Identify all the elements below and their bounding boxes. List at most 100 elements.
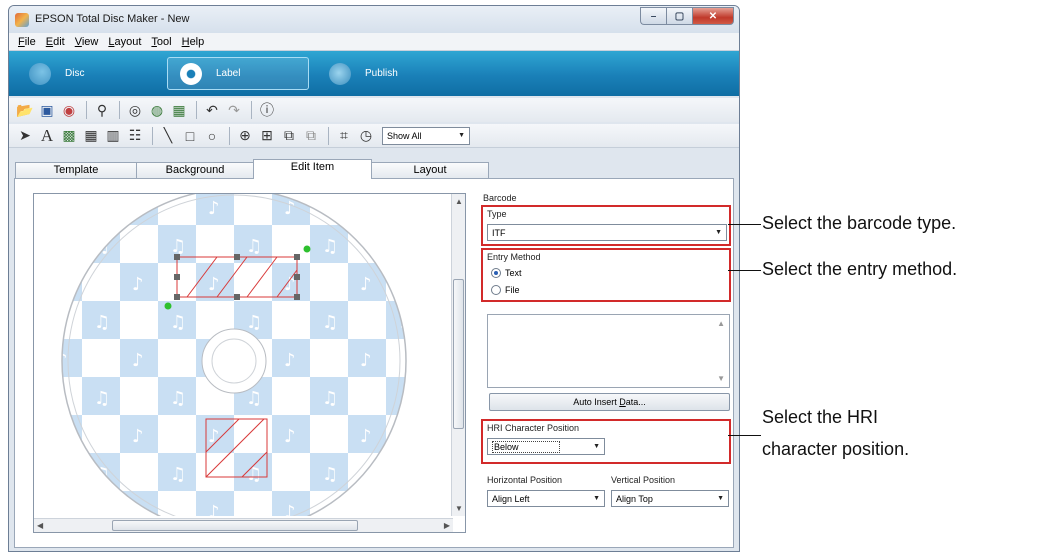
bring-front-icon[interactable]: ⧉: [279, 126, 299, 146]
toolbar-divider: [152, 126, 153, 145]
qr-code-icon[interactable]: ▦: [81, 126, 101, 146]
menu-layout[interactable]: Layout: [103, 36, 146, 48]
menu-view[interactable]: View: [70, 36, 104, 48]
scroll-right-icon[interactable]: ▶: [444, 521, 450, 530]
barcode-type-select[interactable]: ITF ▼: [487, 224, 727, 241]
mode-publish-label: Publish: [365, 68, 398, 79]
scroll-down-icon[interactable]: ▼: [717, 374, 725, 383]
scroll-up-icon[interactable]: ▲: [717, 319, 725, 328]
chevron-down-icon: ▼: [717, 495, 724, 502]
callout-line-type: [728, 224, 761, 225]
vertical-scrollbar[interactable]: ▲ ▼: [451, 194, 465, 516]
tab-background[interactable]: Background: [136, 162, 254, 179]
mode-publish[interactable]: Publish: [329, 57, 398, 90]
barcode-icon[interactable]: ▥: [103, 126, 123, 146]
tab-edit-item[interactable]: Edit Item: [253, 159, 372, 179]
tools-icon[interactable]: ⚲: [92, 100, 112, 120]
toolbar-divider: [86, 101, 87, 119]
callout-hri-line2: character position.: [762, 439, 910, 459]
distribute-icon[interactable]: ⊞: [257, 126, 277, 146]
toolbar-divider: [119, 101, 120, 119]
mode-label[interactable]: Label: [167, 57, 309, 90]
main-toolbar: 📂 ▣ ◉ ⚲ ◎ ◍ ▦ ↶ ↷ ⓘ: [9, 98, 739, 122]
chevron-down-icon: ▼: [593, 495, 600, 502]
ellipse-tool-icon[interactable]: ○: [202, 126, 222, 146]
chevron-down-icon: ▼: [458, 132, 465, 139]
hri-position-select[interactable]: Below ▼: [487, 438, 605, 455]
mode-bar: Disc Label Publish: [9, 51, 739, 96]
list-tool-icon[interactable]: ☷: [125, 126, 145, 146]
barcode-data-input[interactable]: ▲ ▼: [487, 314, 730, 388]
menu-bar: File Edit View Layout Tool Help: [9, 33, 739, 51]
callout-line-entry: [728, 270, 761, 271]
disc-icon: [29, 62, 51, 85]
disc-preview: ♪ ♫: [61, 194, 407, 516]
horizontal-scrollbar[interactable]: ◀ ▶: [34, 518, 453, 532]
print-icon[interactable]: ◉: [59, 100, 79, 120]
barcode-heading: Barcode: [483, 193, 517, 203]
callout-hri-line1: Select the HRI: [762, 407, 879, 427]
toolbar-divider: [251, 101, 252, 119]
callout-line-hri: [728, 435, 761, 436]
vertical-position-select[interactable]: Align Top ▼: [611, 490, 729, 507]
image-tool-icon[interactable]: ▩: [59, 126, 79, 146]
window-title: EPSON Total Disc Maker - New: [35, 13, 190, 25]
open-icon[interactable]: 📂: [15, 100, 35, 120]
menu-file[interactable]: File: [13, 36, 41, 48]
scroll-left-icon[interactable]: ◀: [37, 521, 43, 530]
chevron-down-icon: ▼: [715, 229, 722, 236]
menu-help[interactable]: Help: [177, 36, 210, 48]
barcode-type-value: ITF: [492, 227, 506, 238]
entry-file-radio[interactable]: File: [491, 285, 520, 295]
radio-unselected-icon: [491, 285, 501, 295]
undo-icon[interactable]: ↶: [202, 100, 222, 120]
tab-template[interactable]: Template: [15, 162, 137, 179]
horizontal-position-label: Horizontal Position: [487, 475, 563, 485]
crop-icon[interactable]: ⌗: [334, 126, 354, 146]
send-back-icon[interactable]: ⧉: [301, 126, 321, 146]
scroll-down-icon[interactable]: ▼: [455, 504, 463, 513]
tab-layout[interactable]: Layout: [371, 162, 489, 179]
select-arrow-icon[interactable]: ➤: [15, 126, 35, 146]
mode-label-label: Label: [216, 68, 241, 79]
toolbar-divider: [196, 101, 197, 119]
hri-position-label: HRI Character Position: [487, 423, 580, 433]
minimize-button[interactable]: –: [640, 7, 666, 25]
redo-icon[interactable]: ↷: [224, 100, 244, 120]
horizontal-position-select[interactable]: Align Left ▼: [487, 490, 605, 507]
label-icon: [180, 62, 202, 85]
type-label: Type: [487, 209, 507, 219]
monitor-icon[interactable]: ▦: [169, 100, 189, 120]
text-tool-icon[interactable]: A: [37, 126, 57, 146]
maximize-button[interactable]: ▢: [666, 7, 692, 25]
tab-bar: Template Background Edit Item Layout: [9, 159, 739, 179]
horizontal-scroll-thumb[interactable]: [112, 520, 358, 531]
save-icon[interactable]: ▣: [37, 100, 57, 120]
publish-disc-icon[interactable]: ◍: [147, 100, 167, 120]
rectangle-tool-icon[interactable]: □: [180, 126, 200, 146]
auto-insert-data-button[interactable]: Auto Insert Data...: [489, 393, 730, 411]
menu-tool[interactable]: Tool: [146, 36, 176, 48]
close-button[interactable]: ✕: [692, 7, 734, 25]
mode-disc[interactable]: Disc: [29, 57, 84, 90]
menu-edit[interactable]: Edit: [41, 36, 70, 48]
clock-icon[interactable]: ◷: [356, 126, 376, 146]
show-all-dropdown[interactable]: Show All ▼: [382, 126, 470, 145]
disc-layout-icon[interactable]: ◎: [125, 100, 145, 120]
mode-disc-label: Disc: [65, 68, 85, 79]
app-window: EPSON Total Disc Maker - New – ▢ ✕ File …: [8, 5, 740, 552]
vertical-position-label: Vertical Position: [611, 475, 676, 485]
radio-selected-icon: [491, 268, 501, 278]
vertical-position-value: Align Top: [616, 493, 653, 504]
help-icon[interactable]: ⓘ: [257, 100, 277, 120]
entry-text-radio[interactable]: Text: [491, 268, 522, 278]
label-canvas[interactable]: ♪ ♫: [33, 193, 466, 533]
horizontal-position-value: Align Left: [492, 493, 530, 504]
window-controls: – ▢ ✕: [640, 7, 734, 25]
vertical-scroll-thumb[interactable]: [453, 279, 464, 429]
scroll-up-icon[interactable]: ▲: [455, 197, 463, 206]
toolbar-divider: [328, 126, 329, 145]
center-align-icon[interactable]: ⊕: [235, 126, 255, 146]
line-tool-icon[interactable]: ╲: [158, 126, 178, 146]
entry-method-label: Entry Method: [487, 252, 541, 262]
